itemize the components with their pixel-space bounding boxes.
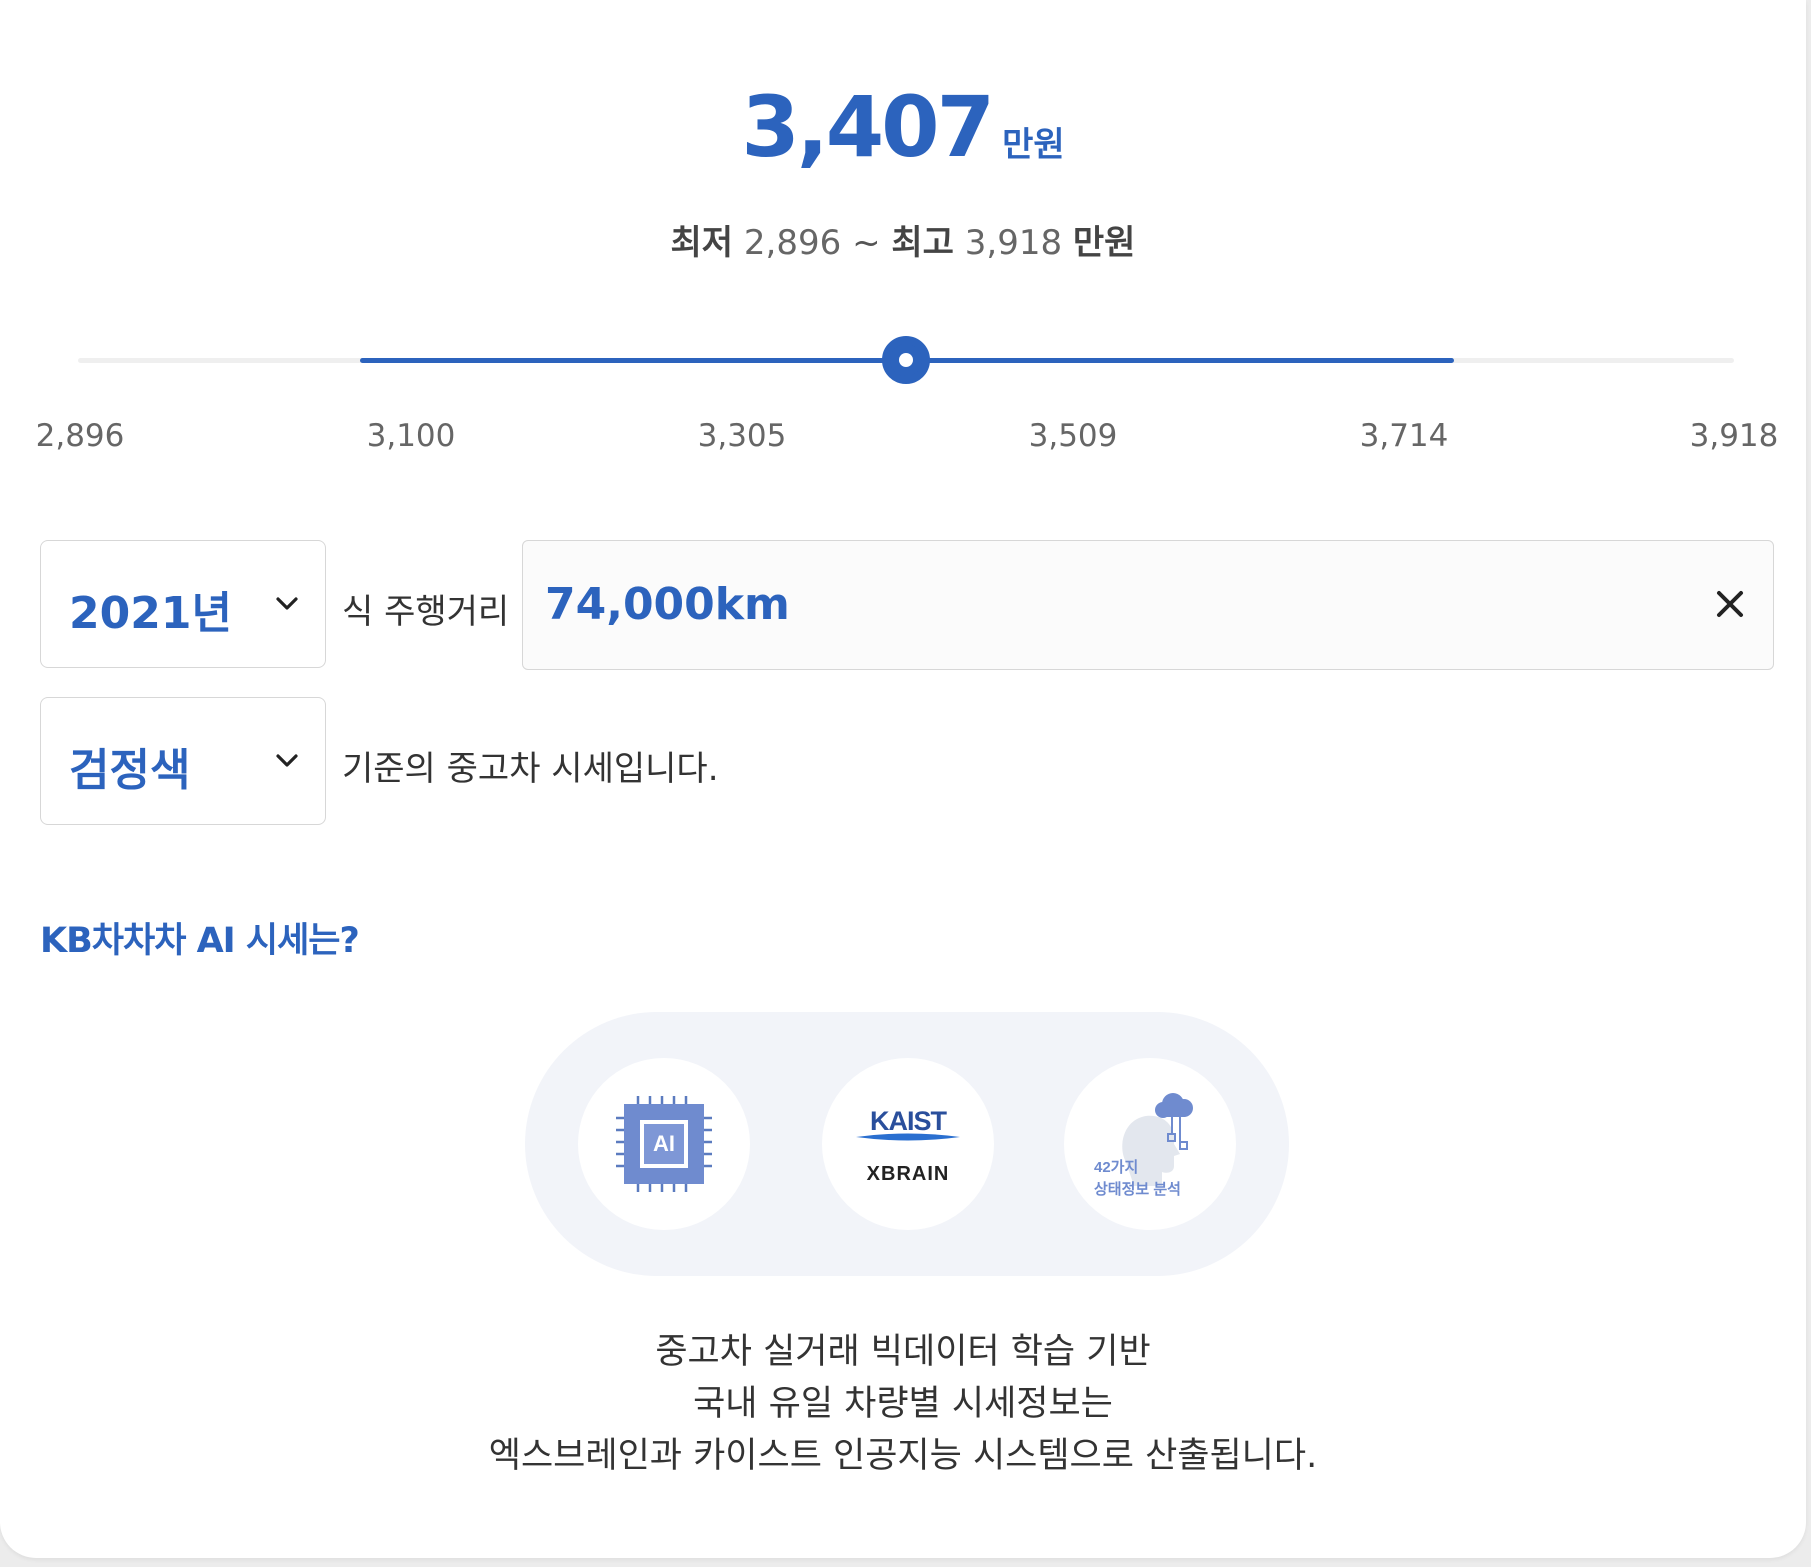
description-line: 국내 유일 차량별 시세정보는 — [693, 1384, 1113, 1424]
max-value: 3,918 — [964, 223, 1063, 263]
ai-chip-badge: AI — [578, 1058, 750, 1230]
tick-label: 3,714 — [1359, 418, 1449, 454]
min-value: 2,896 — [743, 223, 842, 263]
ai-chip-icon: AI — [616, 1096, 712, 1192]
analysis-line2: 상태정보 분석 — [1094, 1180, 1181, 1198]
estimated-price: 3,407 만원 — [0, 78, 1806, 176]
color-select[interactable]: 검정색 — [40, 697, 326, 825]
chevron-down-icon — [276, 754, 298, 767]
analysis-line1: 42가지 — [1094, 1159, 1138, 1176]
slider-thumb[interactable] — [882, 336, 930, 384]
color-suffix-text: 기준의 중고차 시세입니다. — [342, 749, 719, 789]
close-icon[interactable] — [1713, 587, 1747, 621]
year-suffix-text: 식 주행거리 — [342, 592, 510, 632]
condition-analysis-badge: 42가지 상태정보 분석 — [1064, 1058, 1236, 1230]
kaist-xbrain-logo: KAIST XBRAIN — [856, 1106, 960, 1185]
year-value: 2021년 — [69, 588, 232, 639]
tick-label: 3,509 — [1028, 418, 1118, 454]
price-value: 3,407 — [741, 78, 995, 176]
description-line: 중고차 실거래 빅데이터 학습 기반 — [655, 1332, 1151, 1372]
ai-chip-label: AI — [653, 1131, 675, 1156]
year-select[interactable]: 2021년 — [40, 540, 326, 668]
mileage-input[interactable] — [545, 569, 1625, 639]
description-line: 엑스브레인과 카이스트 인공지능 시스템으로 산출됩니다. — [488, 1436, 1318, 1476]
mileage-field[interactable] — [522, 540, 1774, 670]
kaist-xbrain-badge: KAIST XBRAIN — [822, 1058, 994, 1230]
min-label: 최저 — [670, 223, 734, 263]
tick-label: 2,896 — [35, 418, 125, 454]
kaist-label: KAIST — [870, 1106, 948, 1136]
color-value: 검정색 — [69, 745, 191, 796]
ai-price-info-link[interactable]: KB차차차 AI 시세는? — [40, 912, 360, 963]
xbrain-label: XBRAIN — [867, 1163, 950, 1185]
analysis-head-icon: 42가지 상태정보 분석 — [1094, 1093, 1193, 1198]
range-separator: ~ — [852, 223, 881, 263]
range-unit: 만원 — [1072, 223, 1136, 263]
ai-description: 중고차 실거래 빅데이터 학습 기반 국내 유일 차량별 시세정보는 엑스브레인… — [0, 1326, 1806, 1482]
price-card: 3,407 만원 최저 2,896 ~ 최고 3,918 만원 2,896 3,1… — [0, 0, 1806, 1558]
max-label: 최고 — [891, 223, 954, 263]
price-range: 최저 2,896 ~ 최고 3,918 만원 — [0, 215, 1806, 264]
tick-label: 3,918 — [1689, 418, 1779, 454]
chevron-down-icon — [276, 597, 298, 610]
tick-label: 3,100 — [366, 418, 456, 454]
tick-label: 3,305 — [697, 418, 787, 454]
price-unit: 만원 — [1002, 125, 1065, 165]
